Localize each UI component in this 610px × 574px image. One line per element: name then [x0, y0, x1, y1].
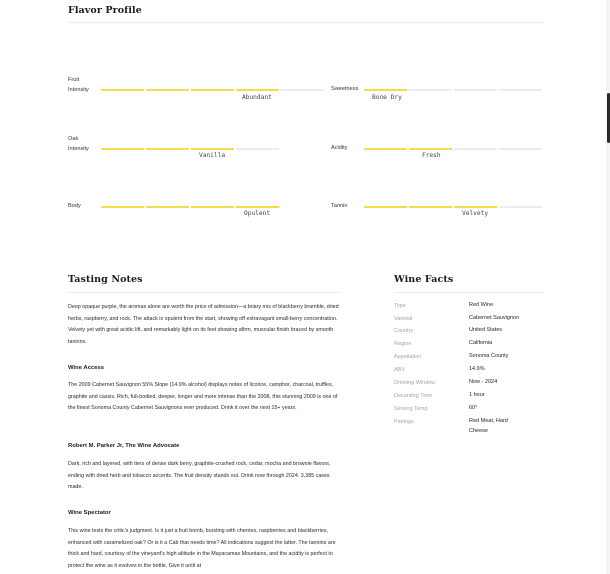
flavor-attr-value: Velvety [462, 210, 489, 217]
flavor-attr-label: Tannin [331, 203, 348, 209]
flavor-meter [364, 89, 542, 91]
flavor-meter-segment [499, 148, 542, 150]
fact-label-type: Type [394, 303, 406, 309]
fact-value-appellation: Sonoma County [469, 353, 509, 359]
review-source: Wine Spectator [68, 510, 111, 516]
fact-label-serving-temp: Serving Temp [394, 406, 428, 412]
flavor-meter [101, 148, 279, 150]
flavor-profile-divider [68, 22, 544, 23]
wine-facts-title: Wine Facts [394, 274, 454, 285]
flavor-attr-value: Vanilla [199, 152, 226, 159]
fact-label-region: Region [394, 341, 412, 347]
flavor-meter [364, 148, 542, 150]
flavor-attr-label: Sweetness [331, 86, 359, 92]
fact-value-varietal: Cabernet Sauvignon [469, 315, 520, 321]
flavor-profile-title: Flavor Profile [68, 5, 142, 16]
flavor-meter-segment [101, 206, 144, 208]
tasting-notes-intro: Deep opaque purple, the aromas alone are… [68, 304, 339, 345]
review-text: This wine tests the critic's judgment. I… [68, 528, 336, 569]
flavor-meter-segment [409, 206, 452, 208]
flavor-meter-segment [101, 148, 144, 150]
flavor-meter-segment [191, 89, 234, 91]
flavor-meter-segment [454, 206, 497, 208]
flavor-attr-label: Oak Intensity [68, 136, 89, 152]
flavor-attr-label: Body [68, 203, 81, 209]
fact-value-decanting-time: 1 hour [469, 392, 485, 398]
flavor-meter-segment [499, 206, 542, 208]
page-scrollbar[interactable] [606, 0, 610, 574]
flavor-meter-segment [364, 89, 407, 91]
fact-label-varietal: Varietal [394, 316, 413, 322]
review-text: Dark, rich and layered, with tiers of de… [68, 461, 331, 491]
flavor-attr-value: Opulent [244, 210, 271, 217]
flavor-meter-segment [281, 89, 324, 91]
review-text: The 2009 Cabernet Sauvignon 55% Slope (1… [68, 382, 338, 412]
fact-value-drinking-window: Now - 2024 [469, 379, 498, 385]
tasting-notes-title: Tasting Notes [68, 274, 143, 285]
flavor-meter-segment [236, 206, 279, 208]
flavor-meter-segment [454, 148, 497, 150]
flavor-meter-segment [364, 148, 407, 150]
review-source: Wine Access [68, 365, 105, 371]
flavor-meter-segment [454, 89, 497, 91]
flavor-meter-segment [146, 89, 189, 91]
review-source: Robert M. Parker Jr, The Wine Advocate [68, 443, 180, 449]
flavor-meter-segment [409, 148, 452, 150]
tasting-notes-divider [68, 292, 340, 293]
flavor-attr-label: Fruit Intensity [68, 77, 89, 93]
flavor-meter-segment [146, 148, 189, 150]
wine-facts-divider [394, 292, 544, 293]
flavor-meter-segment [191, 148, 234, 150]
fact-label-appellation: Appellation [394, 354, 422, 360]
flavor-attr-value: Abundant [242, 94, 272, 101]
flavor-meter-segment [236, 148, 279, 150]
flavor-meter-segment [236, 89, 279, 91]
fact-label-decanting-time: Decanting Time [394, 393, 433, 399]
flavor-meter-segment [146, 206, 189, 208]
fact-value-country: United States [469, 327, 503, 333]
fact-value-pairings: Red Meat, Hard Cheese [469, 418, 508, 434]
fact-value-serving-temp: 60° [469, 405, 478, 411]
fact-value-type: Red Wine [469, 302, 494, 308]
fact-label-abv: ABV [394, 367, 406, 373]
flavor-attr-value: Fresh [422, 152, 441, 159]
fact-value-region: California [469, 340, 493, 346]
flavor-meter-segment [191, 206, 234, 208]
flavor-meter-segment [499, 89, 542, 91]
fact-label-drinking-window: Drinking Window [394, 380, 436, 386]
fact-label-country: Country [394, 328, 414, 334]
flavor-meter-segment [364, 206, 407, 208]
flavor-meter-segment [101, 89, 144, 91]
flavor-meter [364, 206, 542, 208]
fact-label-pairings: Pairings [394, 419, 414, 425]
flavor-meter [101, 206, 279, 208]
flavor-attr-label: Acidity [331, 145, 348, 151]
flavor-meter [101, 89, 324, 91]
flavor-attr-value: Bone Dry [372, 94, 402, 101]
flavor-meter-segment [409, 89, 452, 91]
fact-value-abv: 14.9% [469, 366, 485, 372]
